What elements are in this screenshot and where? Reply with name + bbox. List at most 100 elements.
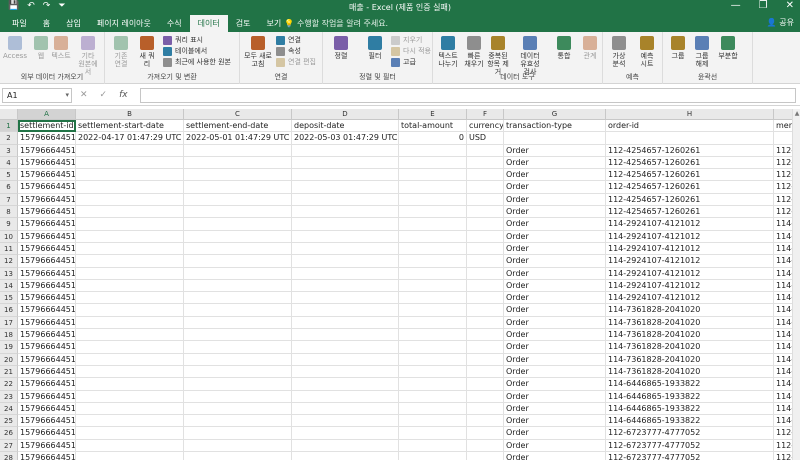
cell[interactable]: [76, 193, 184, 207]
cell[interactable]: 15796664451: [18, 132, 76, 145]
ribbon-button-4-3[interactable]: 데이터 유효성 검사: [517, 36, 543, 76]
close-button[interactable]: ✕: [786, 0, 794, 11]
cell[interactable]: [399, 156, 467, 170]
cell[interactable]: [292, 230, 399, 243]
tab-6[interactable]: 검토: [228, 15, 259, 32]
row-header[interactable]: 13: [0, 267, 18, 280]
cell[interactable]: [467, 427, 504, 440]
column-header-G[interactable]: G: [504, 109, 606, 120]
cell[interactable]: 15796664451: [18, 452, 76, 460]
cell[interactable]: 112-4254657-1260261: [606, 206, 774, 219]
ribbon-small-button-1-0[interactable]: 쿼리 표시: [163, 35, 203, 45]
column-header-D[interactable]: D: [292, 109, 399, 120]
cell[interactable]: 2022-05-01 01:47:29 UTC: [184, 132, 292, 145]
cell[interactable]: 15796664451: [18, 402, 76, 416]
cell[interactable]: 114-2924107-4121012: [606, 292, 774, 305]
cell[interactable]: [292, 255, 399, 268]
cell[interactable]: [184, 304, 292, 317]
cell[interactable]: order-id: [606, 120, 774, 133]
cell[interactable]: [399, 181, 467, 194]
row-header[interactable]: 1: [0, 120, 18, 133]
cell[interactable]: Order: [504, 292, 606, 305]
cell[interactable]: [184, 279, 292, 293]
cell[interactable]: [399, 378, 467, 391]
row-header[interactable]: 24: [0, 402, 18, 416]
cell[interactable]: [76, 365, 184, 379]
cell[interactable]: settlement-id: [18, 120, 76, 133]
ribbon-small-button-2-0[interactable]: 연결: [276, 35, 301, 45]
ribbon-small-button-1-1[interactable]: 테이블에서: [163, 46, 207, 56]
column-header-B[interactable]: B: [76, 109, 184, 120]
name-box[interactable]: A1 ▾: [2, 88, 72, 103]
cell[interactable]: [399, 206, 467, 219]
cell[interactable]: [292, 415, 399, 428]
cell[interactable]: [76, 353, 184, 366]
cell[interactable]: [467, 267, 504, 280]
cell[interactable]: [76, 230, 184, 243]
cell[interactable]: [76, 279, 184, 293]
cell[interactable]: [184, 206, 292, 219]
row-header[interactable]: 4: [0, 156, 18, 170]
cell[interactable]: [76, 144, 184, 157]
cell[interactable]: settlement-end-date: [184, 120, 292, 133]
cell[interactable]: [399, 230, 467, 243]
cell[interactable]: [399, 415, 467, 428]
cell[interactable]: [76, 267, 184, 280]
ribbon-button-0-0[interactable]: Access: [3, 36, 27, 60]
row-header[interactable]: 3: [0, 144, 18, 157]
minimize-button[interactable]: —: [731, 0, 741, 11]
cell[interactable]: [292, 378, 399, 391]
cell[interactable]: Order: [504, 144, 606, 157]
cell[interactable]: [76, 169, 184, 182]
cell[interactable]: [467, 452, 504, 460]
cell[interactable]: [399, 439, 467, 453]
cell[interactable]: 114-7361828-2041020: [606, 329, 774, 342]
cell[interactable]: [467, 353, 504, 366]
formula-input[interactable]: [140, 88, 796, 103]
ribbon-button-6-1[interactable]: 그룹 해제: [689, 36, 715, 68]
cell[interactable]: 112-4254657-1260261: [606, 169, 774, 182]
cell[interactable]: Order: [504, 353, 606, 366]
row-header[interactable]: 19: [0, 341, 18, 354]
cell[interactable]: [292, 292, 399, 305]
cell[interactable]: [467, 292, 504, 305]
cell[interactable]: [76, 427, 184, 440]
cell[interactable]: [467, 378, 504, 391]
cell[interactable]: [76, 439, 184, 453]
cell[interactable]: 114-7361828-2041020: [606, 353, 774, 366]
cell[interactable]: [467, 193, 504, 207]
cell[interactable]: transaction-type: [504, 120, 606, 133]
cell[interactable]: [399, 427, 467, 440]
cell[interactable]: 15796664451: [18, 329, 76, 342]
cell[interactable]: Order: [504, 452, 606, 460]
cell[interactable]: [292, 279, 399, 293]
cell[interactable]: 2022-04-17 01:47:29 UTC: [76, 132, 184, 145]
tab-5[interactable]: 데이터: [189, 15, 228, 32]
tab-0[interactable]: 파일: [4, 15, 35, 32]
cell[interactable]: [76, 304, 184, 317]
cell[interactable]: Order: [504, 218, 606, 231]
cell[interactable]: 114-6446865-1933822: [606, 402, 774, 416]
cell[interactable]: [184, 439, 292, 453]
cell[interactable]: 114-2924107-4121012: [606, 230, 774, 243]
cell[interactable]: [399, 292, 467, 305]
cell[interactable]: [184, 169, 292, 182]
cell[interactable]: [184, 452, 292, 460]
insert-function-icon[interactable]: fx: [119, 90, 128, 100]
cell[interactable]: Order: [504, 415, 606, 428]
ribbon-small-button-3-2[interactable]: 고급: [391, 57, 416, 67]
row-header[interactable]: 18: [0, 329, 18, 342]
cell[interactable]: [76, 329, 184, 342]
cell[interactable]: [76, 341, 184, 354]
tab-2[interactable]: 삽입: [58, 15, 89, 32]
cell[interactable]: [184, 341, 292, 354]
cell[interactable]: [399, 279, 467, 293]
cell[interactable]: [399, 169, 467, 182]
cell[interactable]: [467, 415, 504, 428]
row-header[interactable]: 26: [0, 427, 18, 440]
cell[interactable]: 15796664451: [18, 144, 76, 157]
row-header[interactable]: 9: [0, 218, 18, 231]
cancel-icon[interactable]: ✕: [80, 90, 88, 100]
ribbon-small-button-3-0[interactable]: 지우기: [391, 35, 422, 45]
cell[interactable]: [467, 316, 504, 330]
